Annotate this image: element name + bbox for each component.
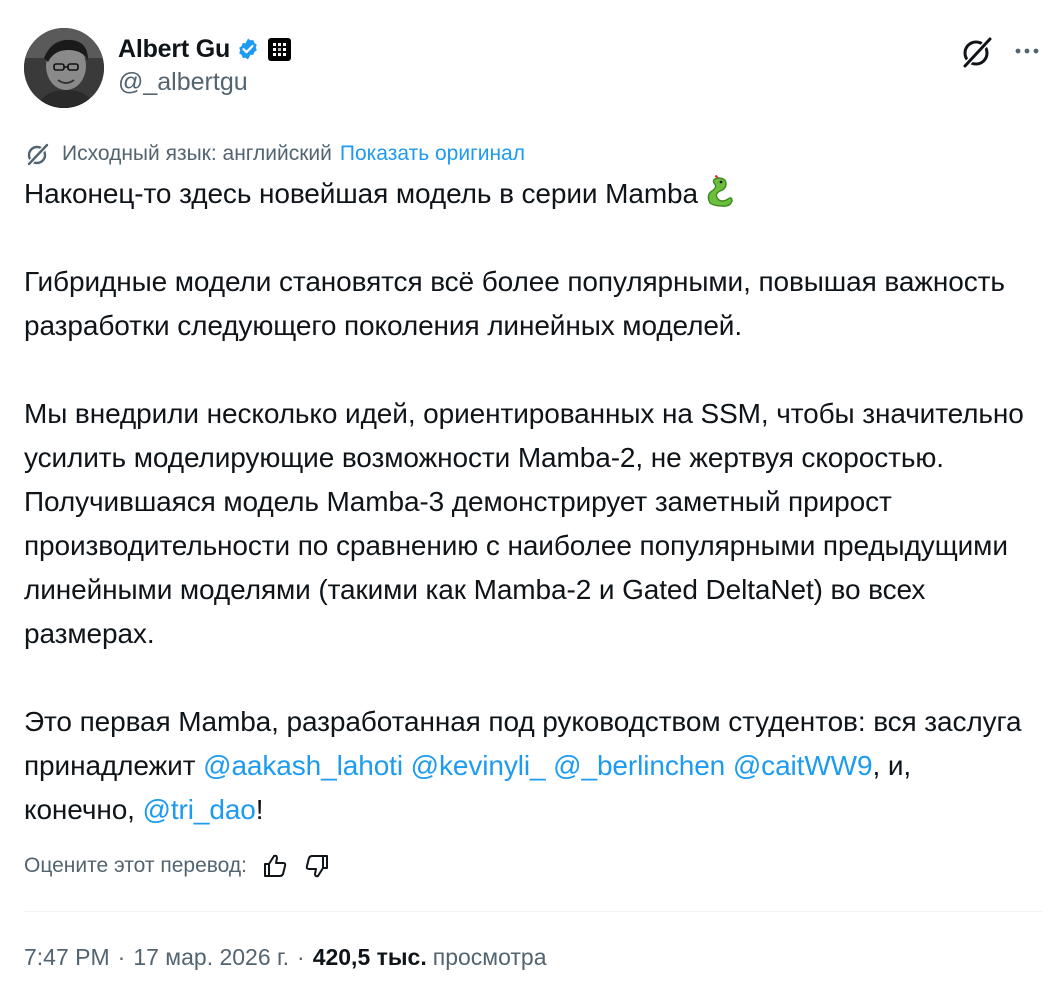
tweet-paragraph: Гибридные модели становятся всё более по… [24,266,1005,341]
translation-source-label: Исходный язык: английский [62,142,332,165]
thumbs-down-icon[interactable] [303,852,331,880]
author-display-name[interactable]: Albert Gu [118,35,230,64]
avatar[interactable] [24,28,104,108]
translation-notice: Исходный язык: английский Показать ориги… [24,139,525,169]
divider [24,911,1042,912]
tweet-paragraph: Мы внедрили несколько идей, ориентирован… [24,398,1024,649]
tweet-paragraph: Наконец-то здесь новейшая модель в серии… [24,172,1024,216]
translate-icon [24,140,52,168]
show-original-link[interactable]: Показать оригинал [340,142,525,166]
affiliation-logo-icon[interactable] [268,37,292,61]
verified-badge-icon[interactable] [236,37,260,61]
tweet-date[interactable]: 17 мар. 2026 г. [133,944,289,971]
tweet-time[interactable]: 7:47 PM [24,944,110,971]
meta-separator: · [117,944,126,970]
tweet-body: Наконец-то здесь новейшая модель в серии… [24,172,1024,832]
mention-link[interactable]: @kevinyli_ [411,750,546,781]
snake-emoji-icon [702,174,736,209]
rate-translation-label: Оцените этот перевод: [24,854,247,877]
tweet-paragraph-text: ! [255,794,264,825]
author-handle[interactable]: @_albertgu [118,68,248,97]
tweet: Albert Gu @_albertgu Исходный язык: англ… [0,0,1060,996]
grok-icon[interactable] [958,33,996,71]
views-label: просмотра [432,944,547,970]
mention-link[interactable]: @tri_dao [143,794,256,825]
tweet-paragraph-text: Наконец-то здесь новейшая модель в серии… [24,178,698,209]
views-count[interactable]: 420,5 тыс. [313,944,427,971]
mention-link[interactable]: @aakash_lahoti [203,750,403,781]
mention-link[interactable]: @caitWW9 [733,750,873,781]
author-name-row: Albert Gu [118,32,292,66]
rate-translation: Оцените этот перевод: [24,848,331,884]
tweet-paragraph: Это первая Mamba, разработанная под руко… [24,700,1024,832]
more-options-icon[interactable] [1012,36,1042,66]
thumbs-up-icon[interactable] [261,852,289,880]
meta-separator: · [297,944,305,970]
tweet-meta: 7:47 PM · 17 мар. 2026 г. · 420,5 тыс. п… [24,944,547,971]
mention-link[interactable]: @_berlinchen [553,750,725,781]
